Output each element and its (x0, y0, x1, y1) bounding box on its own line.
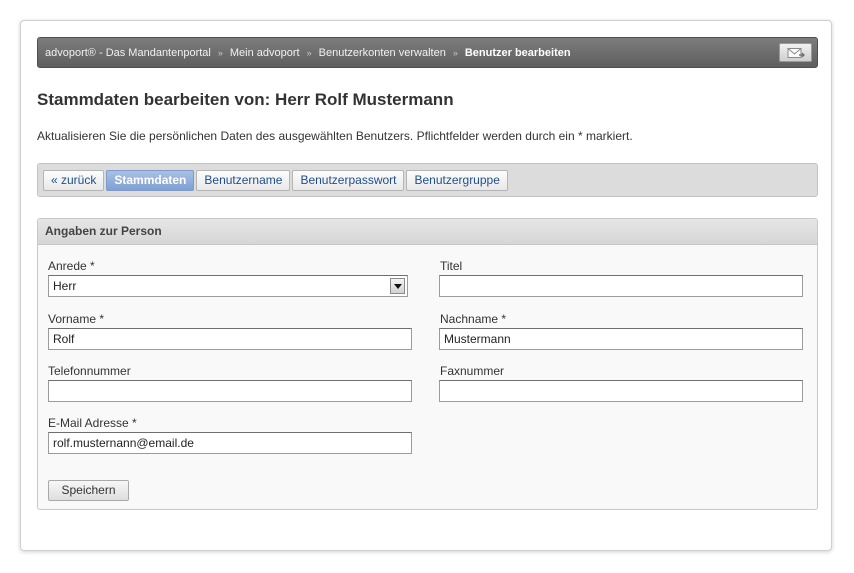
titel-label: Titel (440, 259, 463, 273)
breadcrumb-item-portal[interactable]: advoport® - Das Mandantenportal (45, 47, 211, 59)
email-label: E-Mail Adresse * (48, 416, 137, 430)
tab-stammdaten[interactable]: Stammdaten (106, 170, 195, 191)
save-button[interactable]: Speichern (48, 480, 129, 501)
triangle-down-icon (393, 283, 402, 289)
vorname-label: Vorname * (48, 312, 105, 326)
tab-bar: « zurück Stammdaten Benutzername Benutze… (37, 163, 818, 197)
breadcrumb-separator: » (452, 47, 458, 58)
titel-input[interactable] (439, 275, 803, 297)
main-card: advoport® - Das Mandantenportal » Mein a… (20, 20, 832, 551)
back-button[interactable]: « zurück (43, 170, 105, 191)
tab-benutzergruppe[interactable]: Benutzergruppe (406, 170, 508, 191)
nachname-input[interactable]: Mustermann (439, 328, 803, 350)
intro-text: Aktualisieren Sie die persönlichen Daten… (37, 129, 633, 143)
panel-title: Angaben zur Person (38, 219, 817, 245)
envelope-arrow-icon (787, 47, 805, 58)
anrede-select-value: Herr (53, 279, 77, 293)
fax-label: Faxnummer (440, 364, 505, 378)
nachname-label: Nachname * (440, 312, 507, 326)
tab-benutzername[interactable]: Benutzername (196, 170, 291, 191)
vorname-input[interactable]: Rolf (48, 328, 412, 350)
anrede-select[interactable]: Herr (48, 275, 408, 297)
breadcrumb-separator: » (217, 47, 223, 58)
select-arrow-button[interactable] (390, 278, 405, 294)
person-panel: Angaben zur Person Anrede * Herr Titel V… (37, 218, 818, 510)
mail-button[interactable] (779, 43, 812, 62)
breadcrumb-item-benutzerkonten[interactable]: Benutzerkonten verwalten (319, 47, 446, 59)
tab-benutzerpasswort[interactable]: Benutzerpasswort (292, 170, 405, 191)
breadcrumb-item-mein-advoport[interactable]: Mein advoport (230, 47, 300, 59)
telefon-label: Telefonnummer (48, 364, 131, 378)
telefon-input[interactable] (48, 380, 412, 402)
email-input[interactable]: rolf.musternann@email.de (48, 432, 412, 454)
breadcrumb-item-current: Benutzer bearbeiten (464, 46, 571, 59)
breadcrumb: advoport® - Das Mandantenportal » Mein a… (37, 37, 818, 68)
anrede-label: Anrede * (48, 259, 95, 273)
page-title: Stammdaten bearbeiten von: Herr Rolf Mus… (37, 90, 454, 109)
fax-input[interactable] (439, 380, 803, 402)
breadcrumb-separator: » (306, 47, 312, 58)
